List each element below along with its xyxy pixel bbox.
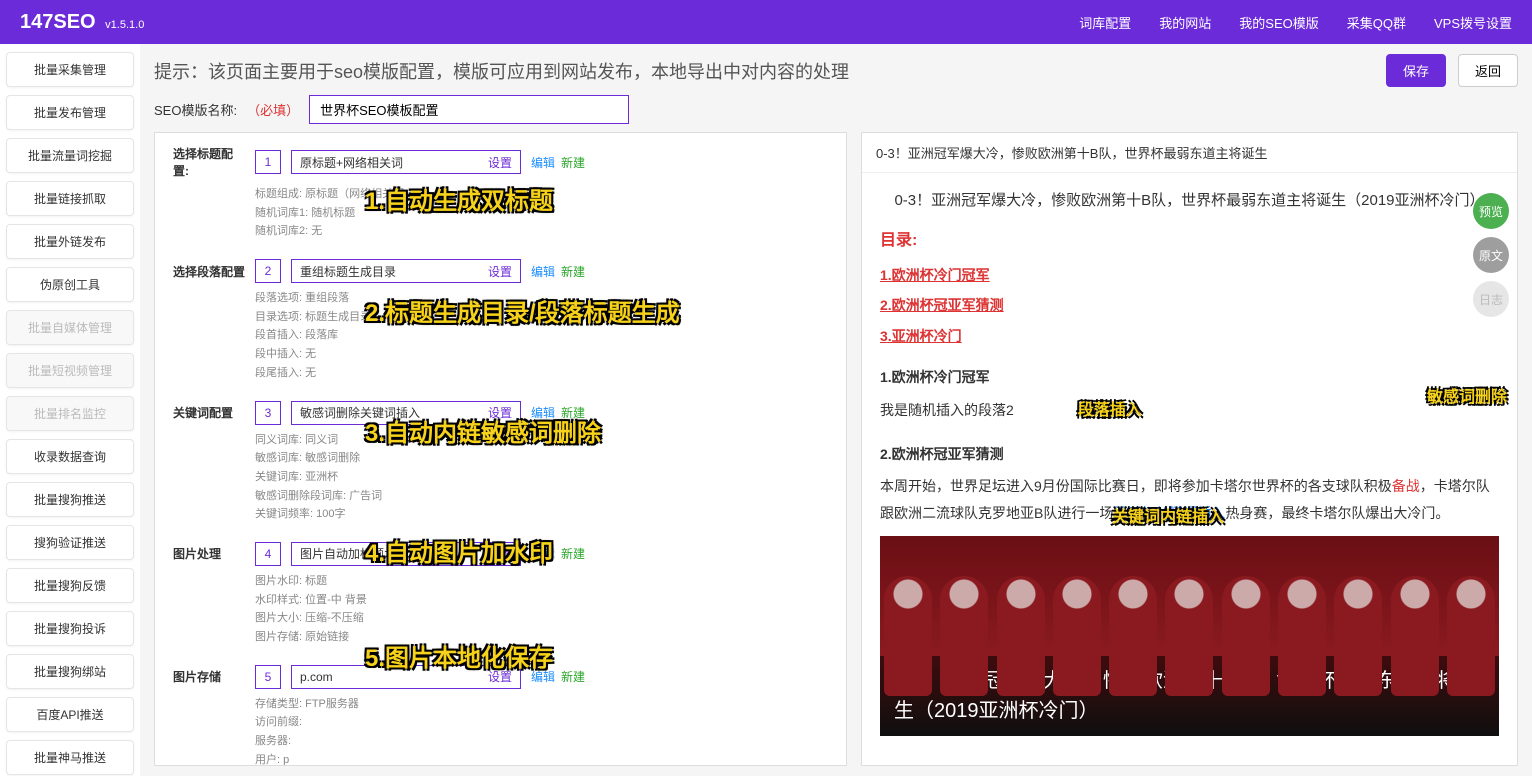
edit-link[interactable]: 编辑 bbox=[531, 156, 555, 170]
fab-预览[interactable]: 预览 bbox=[1473, 193, 1509, 229]
sidebar-item-批量搜狗投诉[interactable]: 批量搜狗投诉 bbox=[6, 611, 134, 646]
brand: 147SEO v1.5.1.0 bbox=[20, 11, 144, 34]
sidebar-item-批量短视频管理: 批量短视频管理 bbox=[6, 353, 134, 388]
top-nav: 词库配置 我的网站 我的SEO模版 采集QQ群 VPS拨号设置 bbox=[1079, 13, 1512, 32]
cfg-label: 图片处理 bbox=[173, 545, 245, 562]
cfg-info: 存储类型: FTP服务器访问前缀:服务器:用户: p bbox=[255, 695, 828, 766]
toc-item[interactable]: 2.欧洲杯冠亚军猜测 bbox=[880, 292, 1499, 319]
sidebar-item-批量链接抓取[interactable]: 批量链接抓取 bbox=[6, 181, 134, 216]
nav-我的网站[interactable]: 我的网站 bbox=[1159, 13, 1211, 32]
preview-image: 0-3！亚洲冠军爆大冷，惨败欧洲第十B队，世界杯最弱东道主将诞生（2019亚洲杯… bbox=[880, 536, 1499, 736]
toc-title: 目录: bbox=[880, 226, 1499, 256]
sidebar-item-批量采集管理[interactable]: 批量采集管理 bbox=[6, 52, 134, 87]
cfg-value-box[interactable]: 原标题+网络相关词设置 bbox=[291, 150, 521, 174]
tpl-name-label: SEO模版名称: bbox=[154, 100, 237, 119]
back-button[interactable]: 返回 bbox=[1458, 54, 1518, 87]
cfg-info: 图片水印: 标题水印样式: 位置-中 背景图片大小: 压缩-不压缩图片存储: 原… bbox=[255, 572, 828, 647]
sidebar-item-批量排名监控: 批量排名监控 bbox=[6, 396, 134, 431]
fab-日志[interactable]: 日志 bbox=[1473, 281, 1509, 317]
page-tip: 提示：该页面主要用于seo模版配置，模版可应用到网站发布，本地导出中对内容的处理 bbox=[154, 58, 1374, 84]
preview-headline: 0-3！亚洲冠军爆大冷，惨败欧洲第十B队，世界杯最弱东道主将诞生（2019亚洲杯… bbox=[880, 187, 1499, 216]
set-link[interactable]: 设置 bbox=[488, 154, 512, 171]
cfg-value-box[interactable]: p.com设置 bbox=[291, 665, 521, 689]
tpl-name-input[interactable] bbox=[309, 95, 629, 124]
fab-原文[interactable]: 原文 bbox=[1473, 237, 1509, 273]
new-link[interactable]: 新建 bbox=[561, 406, 585, 420]
cfg-value-box[interactable]: 图片自动加标题水印设置 bbox=[291, 542, 521, 566]
nav-我的SEO模版[interactable]: 我的SEO模版 bbox=[1239, 13, 1318, 32]
cfg-value-box[interactable]: 敏感词删除关键词插入设置 bbox=[291, 401, 521, 425]
sidebar-item-批量神马推送[interactable]: 批量神马推送 bbox=[6, 740, 134, 775]
save-button[interactable]: 保存 bbox=[1386, 54, 1446, 87]
sidebar-item-批量外链发布[interactable]: 批量外链发布 bbox=[6, 224, 134, 259]
toc-item[interactable]: 1.欧洲杯冷门冠军 bbox=[880, 262, 1499, 289]
cfg-number: 5 bbox=[255, 665, 281, 689]
new-link[interactable]: 新建 bbox=[561, 670, 585, 684]
cfg-label: 图片存储 bbox=[173, 668, 245, 685]
section-1: 1.欧洲杯冷门冠军 bbox=[880, 364, 1499, 391]
set-link[interactable]: 设置 bbox=[488, 404, 512, 421]
nav-采集QQ群[interactable]: 采集QQ群 bbox=[1347, 13, 1406, 32]
config-panel: 选择标题配置:1原标题+网络相关词设置编辑新建标题组成: 原标题（网络相关词1)… bbox=[154, 132, 847, 766]
sidebar-item-收录数据查询[interactable]: 收录数据查询 bbox=[6, 439, 134, 474]
required-mark: （必填） bbox=[247, 100, 299, 119]
brand-name: 147SEO bbox=[20, 11, 96, 33]
cfg-label: 选择标题配置: bbox=[173, 145, 245, 179]
new-link[interactable]: 新建 bbox=[561, 265, 585, 279]
nav-VPS拨号设置[interactable]: VPS拨号设置 bbox=[1434, 13, 1512, 32]
nav-词库配置[interactable]: 词库配置 bbox=[1079, 13, 1131, 32]
cfg-number: 4 bbox=[255, 542, 281, 566]
sidebar-item-批量搜狗反馈[interactable]: 批量搜狗反馈 bbox=[6, 568, 134, 603]
cfg-label: 关键词配置 bbox=[173, 404, 245, 421]
sidebar-item-批量流量词挖掘[interactable]: 批量流量词挖掘 bbox=[6, 138, 134, 173]
fab-column: 预览原文日志 bbox=[1473, 193, 1509, 317]
edit-link[interactable]: 编辑 bbox=[531, 406, 555, 420]
new-link[interactable]: 新建 bbox=[561, 547, 585, 561]
paragraph-1: 我是随机插入的段落2 段落插入 bbox=[880, 396, 1499, 426]
brand-version: v1.5.1.0 bbox=[105, 19, 144, 31]
sidebar: 批量采集管理批量发布管理批量流量词挖掘批量链接抓取批量外链发布伪原创工具批量自媒… bbox=[0, 44, 140, 776]
edit-link[interactable]: 编辑 bbox=[531, 265, 555, 279]
cfg-info: 标题组成: 原标题（网络相关词1)随机词库1: 随机标题随机词库2: 无 bbox=[255, 185, 828, 241]
set-link[interactable]: 设置 bbox=[488, 263, 512, 280]
sidebar-item-批量搜狗绑站[interactable]: 批量搜狗绑站 bbox=[6, 654, 134, 689]
new-link[interactable]: 新建 bbox=[561, 156, 585, 170]
sidebar-item-批量搜狗推送[interactable]: 批量搜狗推送 bbox=[6, 482, 134, 517]
set-link[interactable]: 设置 bbox=[488, 545, 512, 562]
set-link[interactable]: 设置 bbox=[488, 668, 512, 685]
cfg-number: 2 bbox=[255, 259, 281, 283]
cfg-info: 段落选项: 重组段落目录选项: 标题生成目录段首插入: 段落库段中插入: 无段尾… bbox=[255, 289, 828, 382]
cfg-label: 选择段落配置 bbox=[173, 263, 245, 280]
paragraph-2: 本周开始，世界足坛进入9月份国际比赛日，即将参加卡塔尔世界杯的各支球队积极备战，… bbox=[880, 473, 1499, 526]
sidebar-item-搜狗验证推送[interactable]: 搜狗验证推送 bbox=[6, 525, 134, 560]
cfg-info: 同义词库: 同义词敏感词库: 敏感词删除关键词库: 亚洲杯敏感词删除段词库: 广… bbox=[255, 431, 828, 524]
cfg-number: 1 bbox=[255, 150, 281, 174]
preview-panel: 0-3！亚洲冠军爆大冷，惨败欧洲第十B队，世界杯最弱东道主将诞生 0-3！亚洲冠… bbox=[861, 132, 1518, 766]
top-bar: 147SEO v1.5.1.0 词库配置 我的网站 我的SEO模版 采集QQ群 VPS拨… bbox=[0, 0, 1532, 44]
sidebar-item-批量自媒体管理: 批量自媒体管理 bbox=[6, 310, 134, 345]
sidebar-item-伪原创工具[interactable]: 伪原创工具 bbox=[6, 267, 134, 302]
toc-item[interactable]: 3.亚洲杯冷门 bbox=[880, 323, 1499, 350]
edit-link[interactable]: 编辑 bbox=[531, 547, 555, 561]
preview-title: 0-3！亚洲冠军爆大冷，惨败欧洲第十B队，世界杯最弱东道主将诞生 bbox=[862, 133, 1517, 173]
sidebar-item-百度API推送[interactable]: 百度API推送 bbox=[6, 697, 134, 732]
section-2: 2.欧洲杯冠亚军猜测 bbox=[880, 441, 1499, 468]
preview-body: 0-3！亚洲冠军爆大冷，惨败欧洲第十B队，世界杯最弱东道主将诞生（2019亚洲杯… bbox=[862, 173, 1517, 765]
keyword-link[interactable]: 亚洲杯关键词插入 bbox=[1113, 505, 1225, 521]
cfg-number: 3 bbox=[255, 401, 281, 425]
cfg-value-box[interactable]: 重组标题生成目录设置 bbox=[291, 259, 521, 283]
sidebar-item-批量发布管理[interactable]: 批量发布管理 bbox=[6, 95, 134, 130]
edit-link[interactable]: 编辑 bbox=[531, 670, 555, 684]
annot-paragraph-insert: 段落插入 bbox=[1078, 402, 1142, 419]
